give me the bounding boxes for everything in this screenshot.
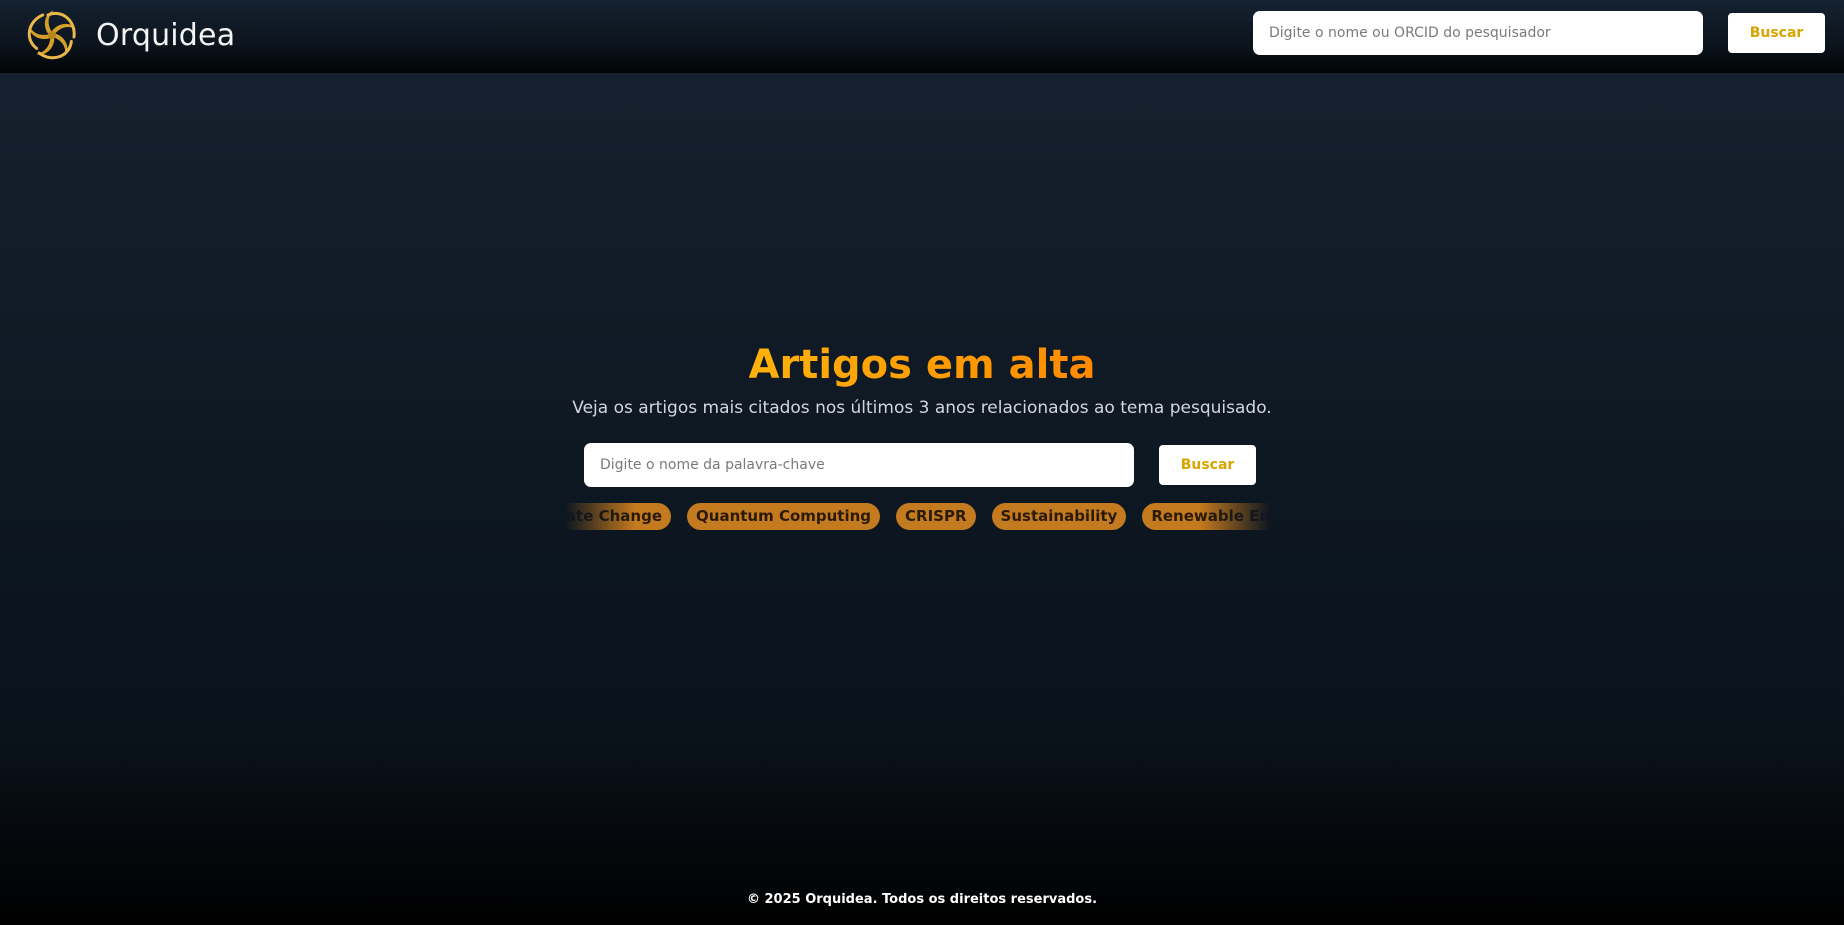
tag-chip-crispr[interactable]: CRISPR (896, 503, 976, 530)
orchid-swirl-logo-icon (27, 10, 76, 60)
top-navbar: Orquidea Buscar (0, 0, 1844, 73)
brand-name: Orquidea (96, 17, 236, 53)
tag-chip-renewable-energy[interactable]: Renewable Energy (1142, 503, 1270, 530)
keyword-search-button[interactable]: Buscar (1159, 445, 1256, 485)
trending-tags-track: Climate Change Quantum Computing CRISPR … (565, 503, 1270, 530)
tag-chip-climate-change[interactable]: Climate Change (565, 503, 672, 530)
footer-copyright: © 2025 Orquidea. Todos os direitos reser… (746, 892, 1098, 907)
tag-chip-sustainability[interactable]: Sustainability (991, 503, 1127, 530)
trending-tags-carousel: Climate Change Quantum Computing CRISPR … (565, 503, 1270, 531)
researcher-search-input[interactable] (1253, 11, 1703, 55)
page-title: Artigos em alta (0, 342, 1844, 388)
tag-chip-quantum-computing[interactable]: Quantum Computing (687, 503, 881, 530)
brand[interactable]: Orquidea (24, 4, 235, 66)
page-title-text: Artigos em alta (748, 342, 1096, 388)
researcher-search-button[interactable]: Buscar (1728, 13, 1825, 53)
keyword-search-input[interactable] (584, 443, 1134, 487)
page-subtitle: Veja os artigos mais citados nos últimos… (572, 398, 1272, 418)
